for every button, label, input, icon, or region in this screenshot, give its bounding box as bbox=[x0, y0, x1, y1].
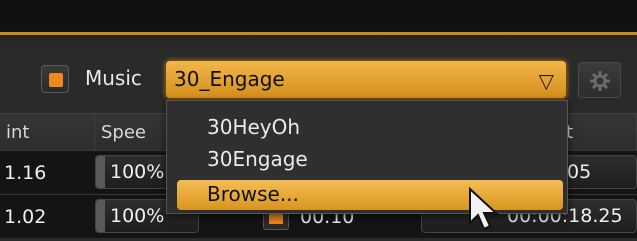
point-cell: 1.16 bbox=[4, 162, 47, 184]
music-settings-button[interactable] bbox=[578, 62, 621, 98]
top-panel-band bbox=[0, 0, 637, 35]
music-select[interactable]: 30_Engage ▽ bbox=[165, 60, 567, 99]
mouse-pointer-icon bbox=[469, 187, 499, 231]
end-time-value: 05 bbox=[567, 161, 592, 183]
speed-value: 100% bbox=[110, 161, 165, 183]
music-dropdown-list: 30HeyOh 30Engage Browse... bbox=[166, 100, 568, 214]
gear-icon bbox=[590, 71, 610, 91]
point-cell: 1.02 bbox=[4, 206, 47, 228]
music-select-value: 30_Engage bbox=[174, 67, 285, 91]
dropdown-option[interactable]: 30Engage bbox=[207, 147, 308, 171]
column-header-point[interactable]: int bbox=[0, 114, 95, 151]
panel-divider bbox=[0, 35, 637, 53]
dropdown-option[interactable]: 30HeyOh bbox=[207, 115, 300, 139]
dropdown-option-label: Browse... bbox=[207, 182, 299, 206]
speed-value: 100% bbox=[110, 205, 165, 227]
dropdown-option-highlighted[interactable]: Browse... bbox=[177, 180, 563, 210]
triangle-down-icon: ▽ bbox=[538, 69, 554, 93]
speed-handle bbox=[96, 156, 105, 188]
music-label: Music bbox=[85, 66, 142, 90]
speed-handle bbox=[96, 200, 105, 232]
checkbox-checked-indicator bbox=[49, 73, 63, 87]
music-enable-checkbox[interactable] bbox=[41, 65, 69, 93]
